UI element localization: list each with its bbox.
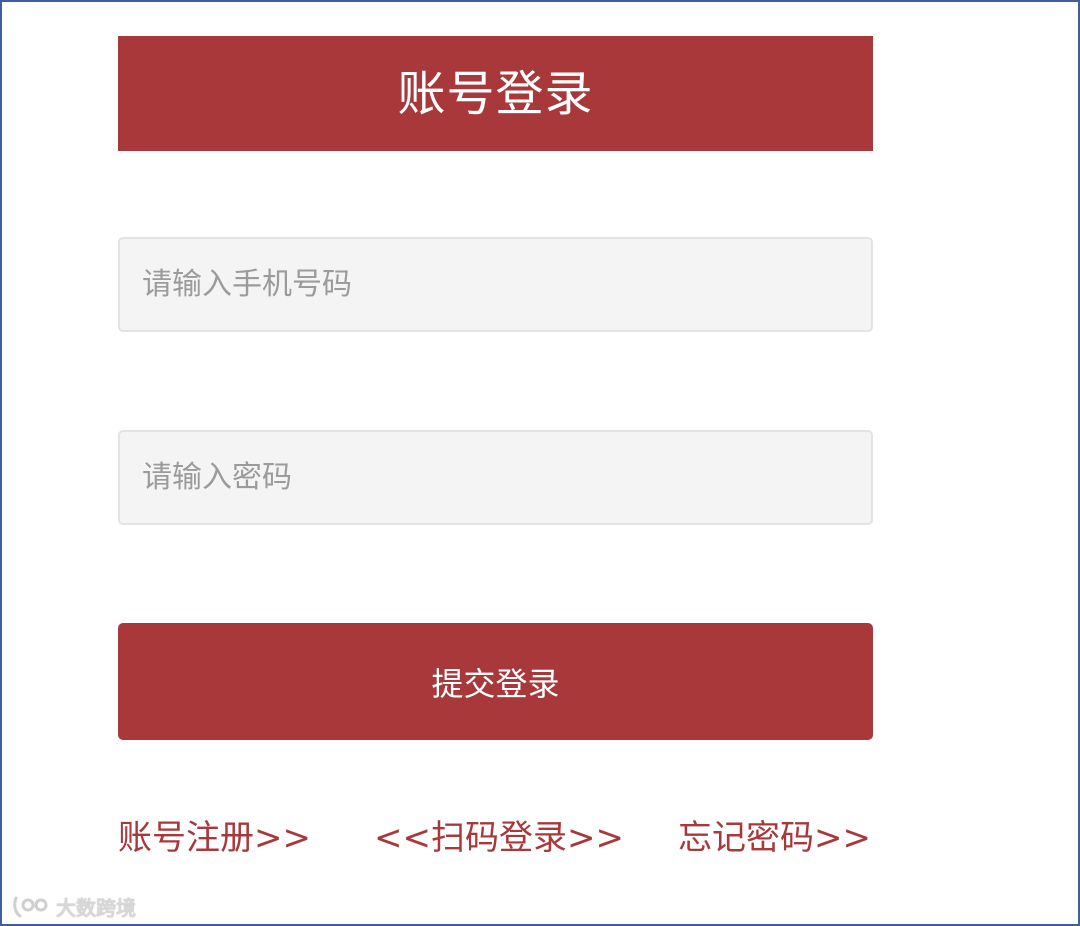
forgot-password-link[interactable]: 忘记密码>> — [678, 814, 871, 862]
login-header: 账号登录 — [118, 36, 873, 151]
register-link[interactable]: 账号注册>> — [118, 814, 311, 862]
password-input[interactable] — [118, 430, 873, 525]
phone-input[interactable] — [118, 237, 873, 332]
watermark: 大数跨境 — [12, 892, 136, 921]
watermark-logo-icon — [13, 896, 48, 917]
watermark-text: 大数跨境 — [56, 896, 136, 920]
footer-links: 账号注册>> <<扫码登录>> 忘记密码>> — [2, 814, 1080, 864]
submit-login-button[interactable]: 提交登录 — [118, 623, 873, 740]
page-frame: 账号登录 提交登录 账号注册>> <<扫码登录>> 忘记密码>> 大数跨境 — [0, 0, 1080, 926]
scan-login-link[interactable]: <<扫码登录>> — [374, 814, 624, 862]
page-title: 账号登录 — [397, 65, 594, 122]
